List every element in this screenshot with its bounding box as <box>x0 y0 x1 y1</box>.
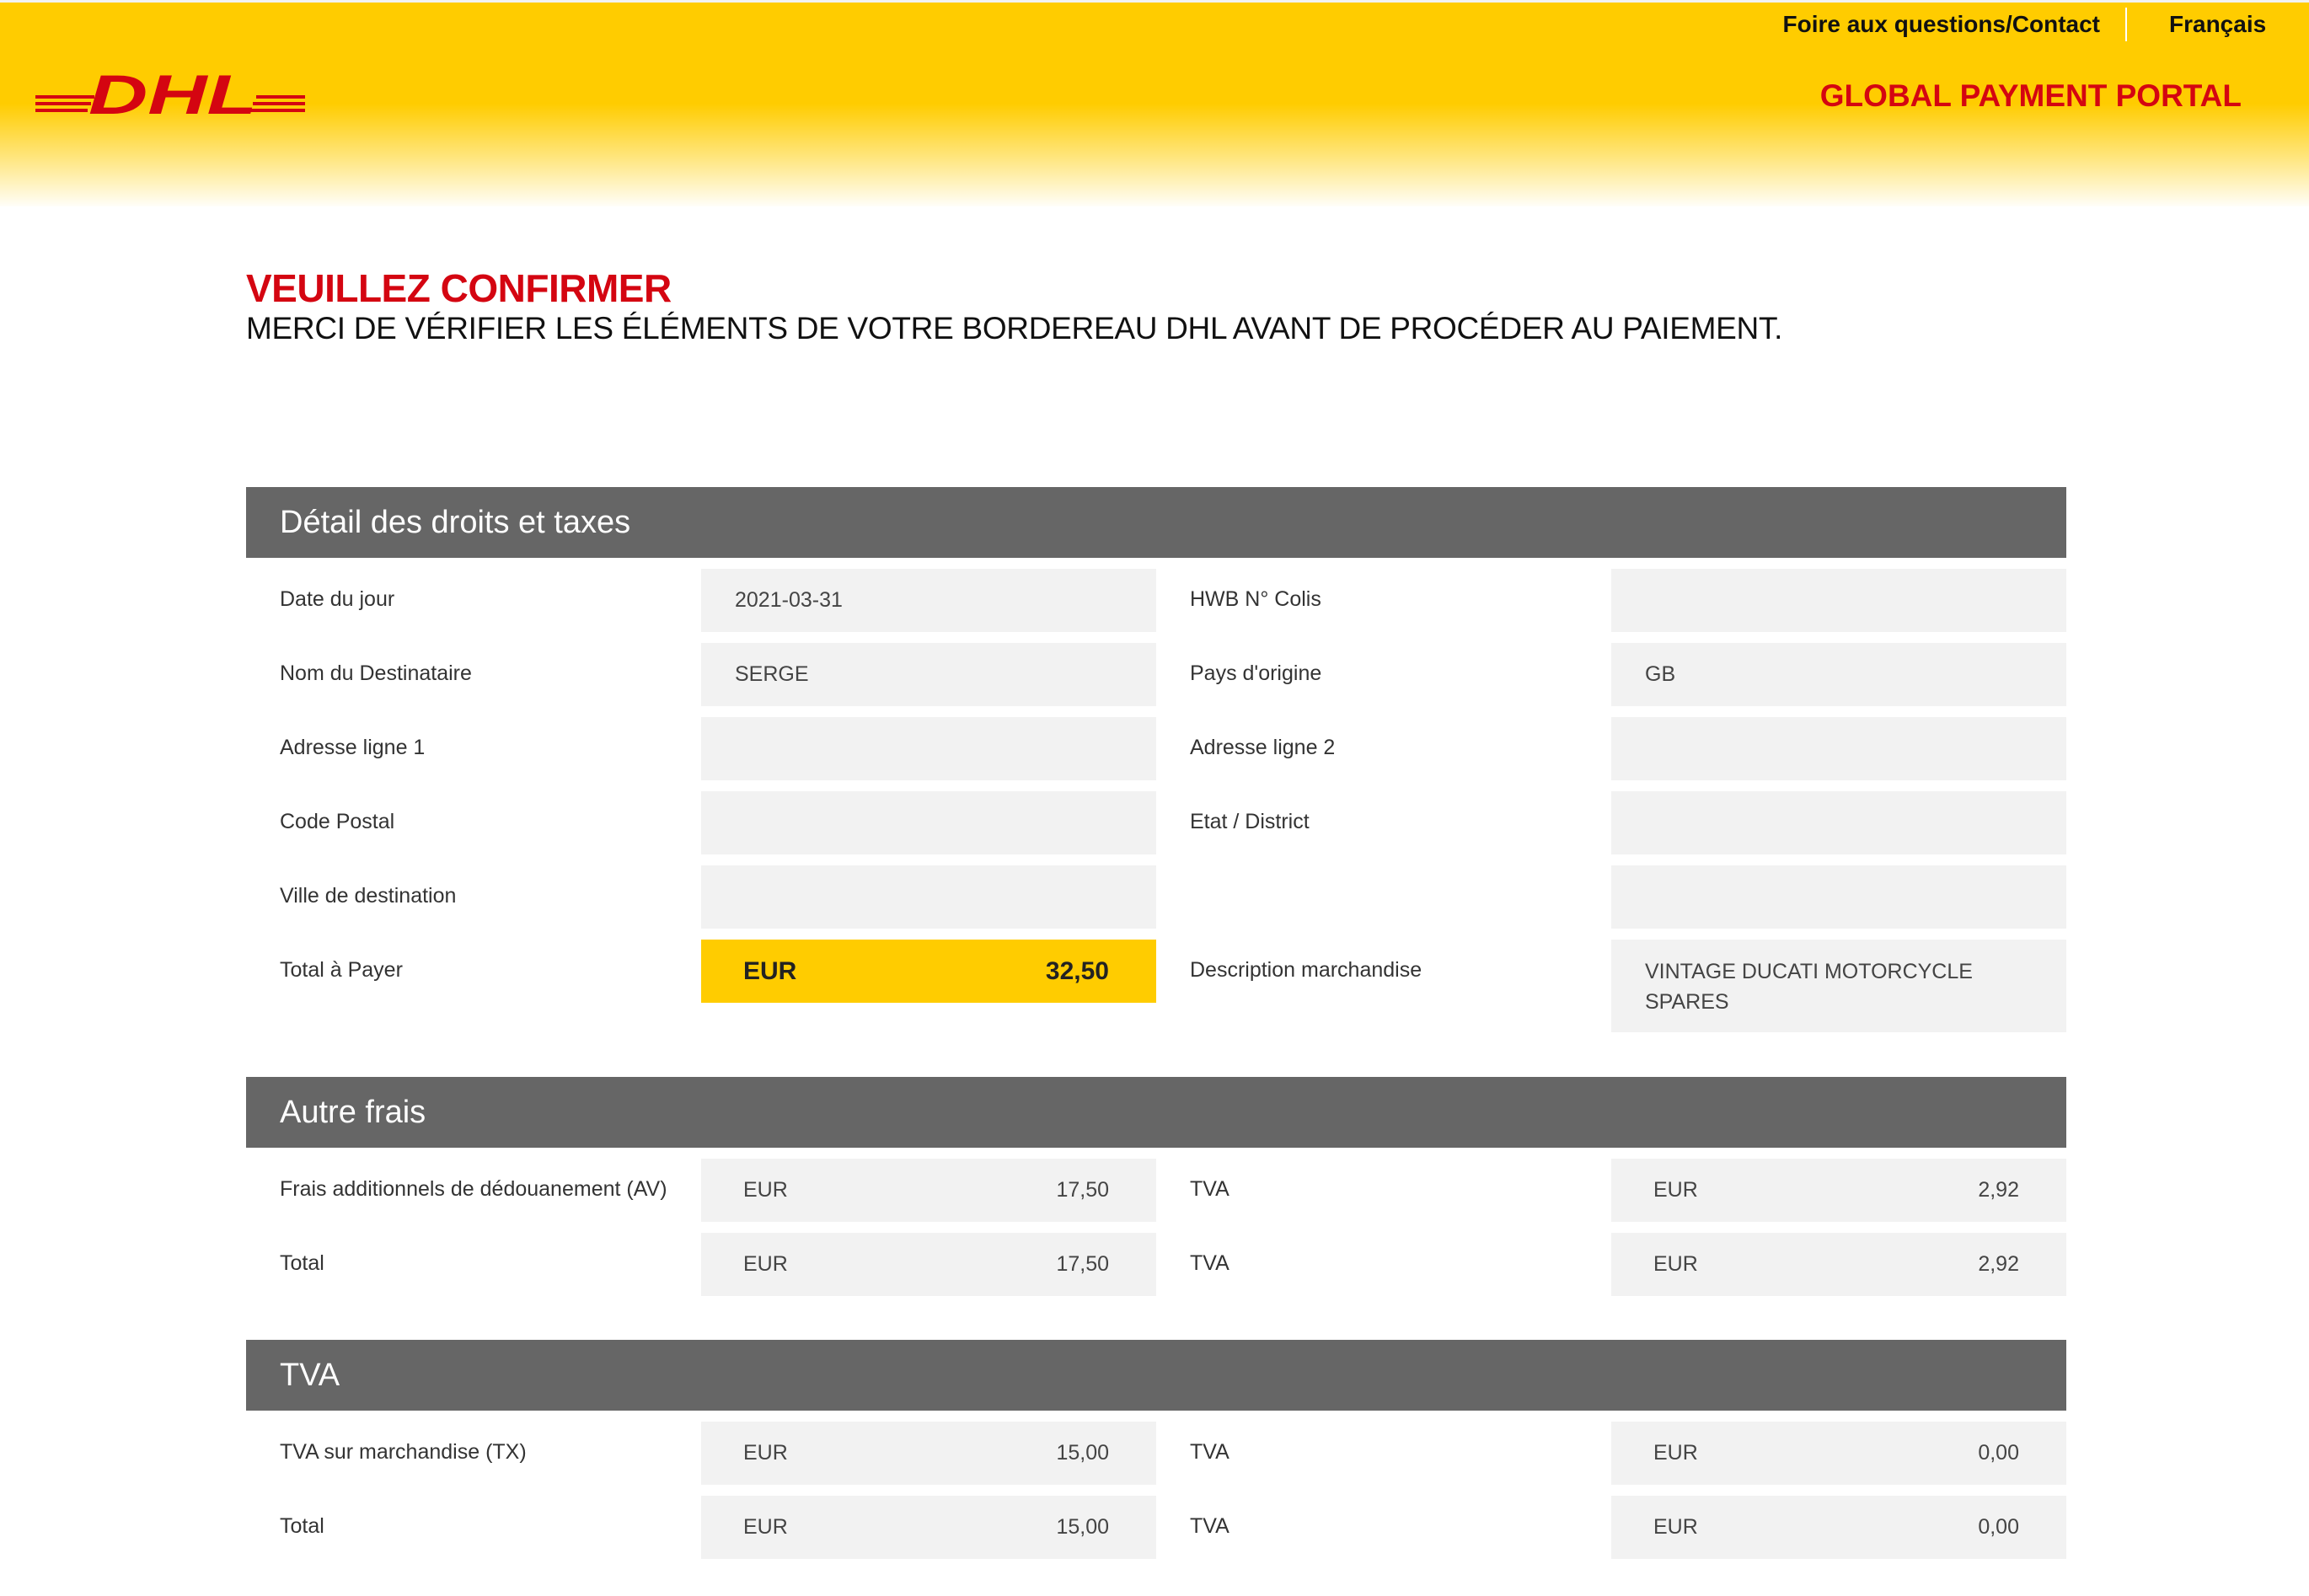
page-title: VEUILLEZ CONFIRMER <box>246 266 672 310</box>
other-fees-total-label: Total <box>280 1251 324 1275</box>
origin-field: GB <box>1611 643 2066 706</box>
recipient-field: SERGE <box>701 643 1156 706</box>
goods-vat-vat-amount: 0,00 <box>1978 1441 2019 1465</box>
postal-code-field <box>701 791 1156 854</box>
destination-city-field <box>701 865 1156 929</box>
vat-total-amount: 15,00 <box>1056 1515 1109 1539</box>
other-fees-total-field: EUR 17,50 <box>701 1233 1156 1296</box>
vat-total-vat-currency: EUR <box>1653 1515 1698 1539</box>
goods-description-field: VINTAGE DUCATI MOTORCYCLE SPARES <box>1611 940 2066 1032</box>
other-fees-total-amount: 17,50 <box>1056 1252 1109 1276</box>
language-selector[interactable]: Français <box>2127 11 2309 38</box>
other-fees-total-vat-label: TVA <box>1190 1251 1230 1275</box>
goods-vat-currency: EUR <box>743 1441 788 1465</box>
vat-total-currency: EUR <box>743 1515 788 1539</box>
clearance-fee-vat-currency: EUR <box>1653 1178 1698 1202</box>
vat-total-vat-field: EUR 0,00 <box>1611 1496 2066 1559</box>
vat-total-label: Total <box>280 1514 324 1538</box>
recipient-label: Nom du Destinataire <box>280 661 472 685</box>
vat-total-vat-label: TVA <box>1190 1514 1230 1538</box>
svg-text:DHL: DHL <box>88 63 257 122</box>
goods-vat-vat-label: TVA <box>1190 1440 1230 1464</box>
clearance-fee-amount: 17,50 <box>1056 1178 1109 1202</box>
origin-label: Pays d'origine <box>1190 661 1322 685</box>
clearance-fee-vat-label: TVA <box>1190 1177 1230 1201</box>
total-to-pay-field: EUR 32,50 <box>701 940 1156 1003</box>
site-header: DHL Foire aux questions/Contact Français… <box>0 0 2309 206</box>
other-fees-total-vat-field: EUR 2,92 <box>1611 1233 2066 1296</box>
destination-city-label: Ville de destination <box>280 884 457 908</box>
clearance-fee-label: Frais additionnels de dédouanement (AV) <box>280 1177 667 1201</box>
vat-section-header: TVA <box>246 1340 2066 1411</box>
goods-vat-field: EUR 15,00 <box>701 1422 1156 1485</box>
other-fees-total-vat-currency: EUR <box>1653 1252 1698 1276</box>
duties-section-header: Détail des droits et taxes <box>246 487 2066 558</box>
other-fees-total-currency: EUR <box>743 1252 788 1276</box>
total-currency: EUR <box>743 956 797 985</box>
vat-total-field: EUR 15,00 <box>701 1496 1156 1559</box>
vat-total-vat-amount: 0,00 <box>1978 1515 2019 1539</box>
dhl-logo[interactable]: DHL <box>35 63 305 122</box>
goods-vat-vat-currency: EUR <box>1653 1441 1698 1465</box>
goods-description-label: Description marchandise <box>1190 958 1422 982</box>
clearance-fee-vat-field: EUR 2,92 <box>1611 1159 2066 1222</box>
goods-vat-label: TVA sur marchandise (TX) <box>280 1440 527 1464</box>
top-nav: Foire aux questions/Contact Français <box>1783 8 2309 41</box>
extra-field <box>1611 865 2066 929</box>
hwb-label: HWB N° Colis <box>1190 587 1321 611</box>
clearance-fee-field: EUR 17,50 <box>701 1159 1156 1222</box>
address2-label: Adresse ligne 2 <box>1190 736 1336 759</box>
address1-label: Adresse ligne 1 <box>280 736 426 759</box>
hwb-field <box>1611 569 2066 632</box>
address1-field <box>701 717 1156 780</box>
address2-field <box>1611 717 2066 780</box>
clearance-fee-vat-amount: 2,92 <box>1978 1178 2019 1202</box>
state-district-label: Etat / District <box>1190 810 1310 833</box>
faq-contact-link[interactable]: Foire aux questions/Contact <box>1783 11 2126 38</box>
total-amount: 32,50 <box>1045 956 1109 985</box>
total-to-pay-label: Total à Payer <box>280 958 403 982</box>
portal-title: GLOBAL PAYMENT PORTAL <box>1819 78 2242 113</box>
goods-vat-amount: 15,00 <box>1056 1441 1109 1465</box>
other-fees-section-header: Autre frais <box>246 1077 2066 1148</box>
goods-vat-vat-field: EUR 0,00 <box>1611 1422 2066 1485</box>
date-field: 2021-03-31 <box>701 569 1156 632</box>
other-fees-total-vat-amount: 2,92 <box>1978 1252 2019 1276</box>
page-subtitle: MERCI DE VÉRIFIER LES ÉLÉMENTS DE VOTRE … <box>246 311 1783 345</box>
postal-code-label: Code Postal <box>280 810 395 833</box>
date-label: Date du jour <box>280 587 395 611</box>
state-district-field <box>1611 791 2066 854</box>
clearance-fee-currency: EUR <box>743 1178 788 1202</box>
